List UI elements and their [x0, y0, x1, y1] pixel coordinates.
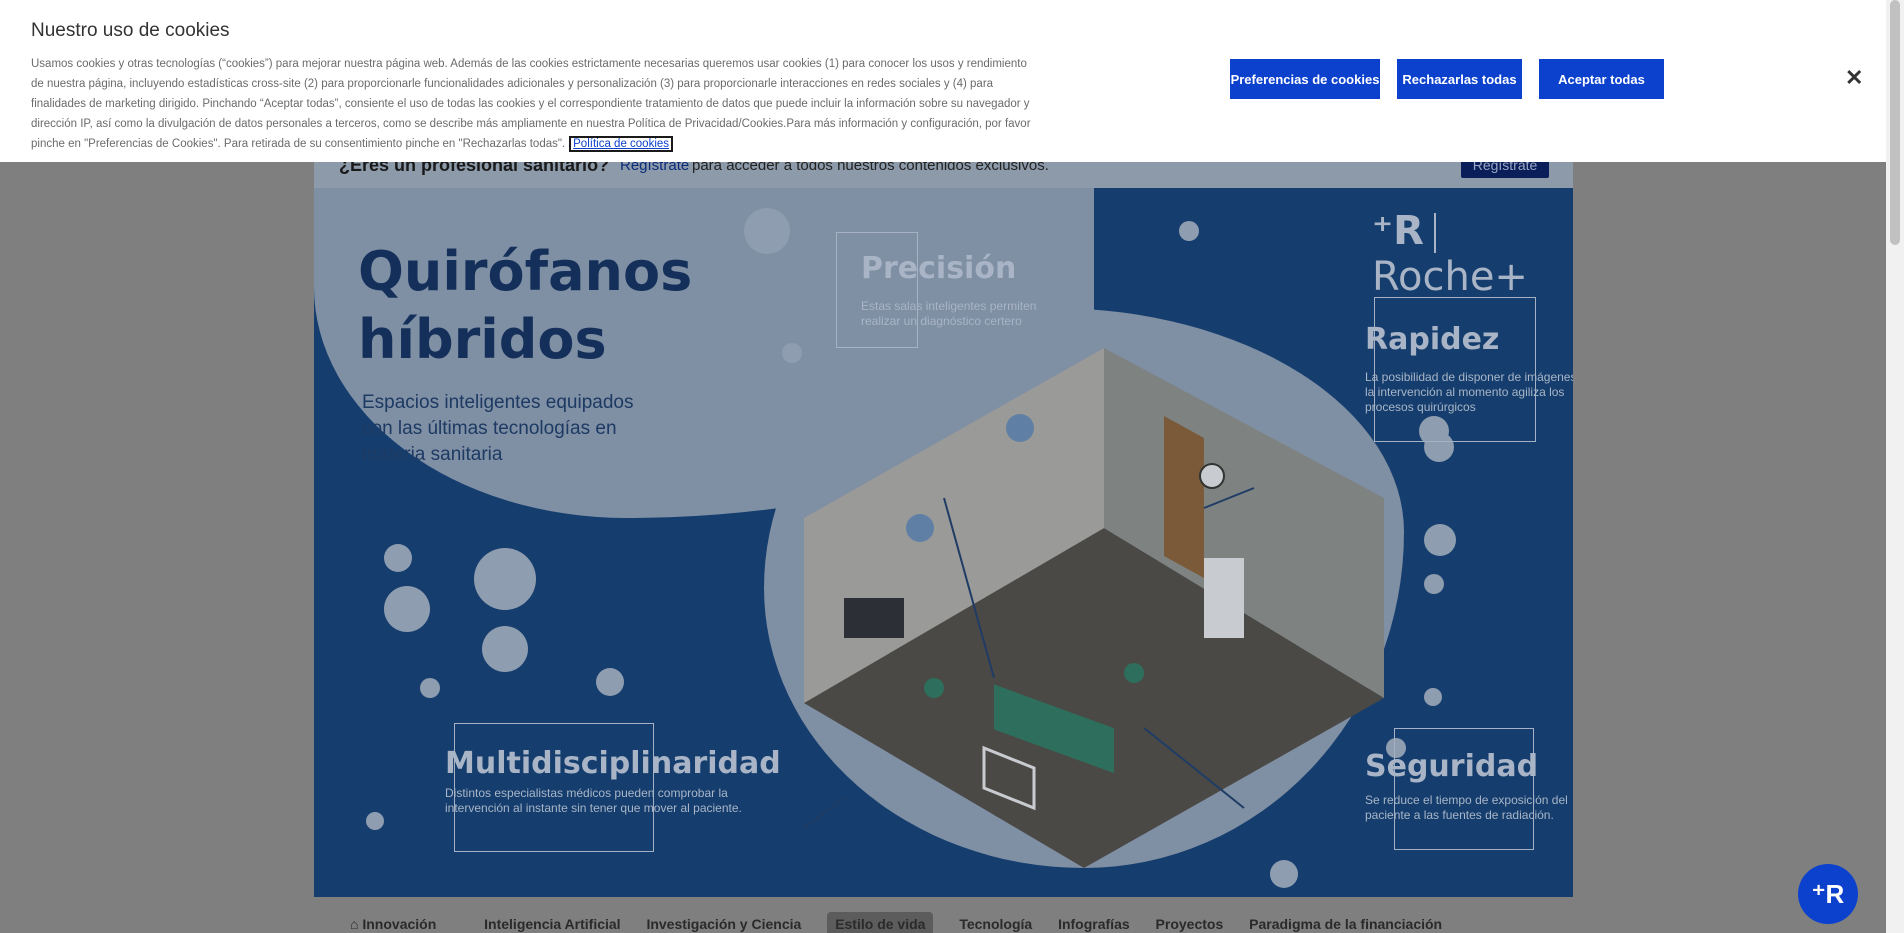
tab-paradigma-financiacion[interactable]: Paradigma de la financiación [1249, 916, 1442, 932]
card-title: Precisión [861, 251, 1017, 286]
hero-subtitle: Espacios inteligentes equipados con las … [362, 392, 634, 465]
roche-assistant-button[interactable]: ⁺R [1798, 864, 1858, 924]
tab-proyectos[interactable]: Proyectos [1156, 916, 1224, 932]
close-icon[interactable]: ✕ [1845, 65, 1863, 91]
cookie-banner: Nuestro uso de cookies Usamos cookies y … [0, 0, 1886, 162]
bubble [384, 544, 412, 572]
bubble [1179, 221, 1199, 241]
tab-tecnologia[interactable]: Tecnología [959, 916, 1032, 932]
card-text: Distintos especialistas médicos pueden c… [445, 786, 742, 815]
bubble [474, 548, 536, 610]
bubble [482, 626, 528, 672]
brand-logo: ⁺RRoche+ [1372, 208, 1528, 300]
bubble [420, 678, 440, 698]
tab-estilo-de-vida[interactable]: Estilo de vida [827, 912, 934, 933]
tab-inteligencia-artificial[interactable]: Inteligencia Artificial [484, 916, 620, 932]
card-text: La posibilidad de disponer de imágenes d… [1365, 370, 1573, 414]
card-title: Seguridad [1365, 749, 1539, 784]
reject-all-button[interactable]: Rechazarlas todas [1397, 59, 1522, 99]
bubble [384, 586, 430, 632]
roche-logo-icon: ⁺R [1372, 208, 1424, 254]
tab-innovacion[interactable]: ⌂ Innovación [350, 916, 458, 932]
bubble [366, 812, 384, 830]
card-text: Se reduce el tiempo de exposición del pa… [1365, 793, 1568, 822]
cookie-description: Usamos cookies y otras tecnologías (“coo… [31, 54, 1031, 154]
bubble [596, 668, 624, 696]
bubble [1424, 524, 1456, 556]
accept-all-button[interactable]: Aceptar todas [1539, 59, 1664, 99]
cookie-body-text: Usamos cookies y otras tecnologías (“coo… [31, 58, 1031, 150]
tab-infografias[interactable]: Infografías [1058, 916, 1130, 932]
hero-title: Quirófanos híbridos [358, 240, 693, 371]
bubble [1424, 574, 1444, 594]
card-text: Estas salas inteligentes permiten realiz… [861, 299, 1037, 328]
card-seguridad: Seguridad Se reduce el tiempo de exposic… [1365, 728, 1568, 850]
scrollbar-thumb[interactable] [1890, 0, 1900, 245]
hero-infographic: Quirófanos híbridos Espacios inteligente… [314, 188, 1573, 897]
vertical-scrollbar[interactable] [1886, 0, 1904, 933]
tab-investigacion-y-ciencia[interactable]: Investigación y Ciencia [646, 916, 801, 932]
card-multidisciplinaridad: Multidisciplinaridad Distintos especiali… [445, 723, 781, 852]
card-rapidez: Rapidez La posibilidad de disponer de im… [1365, 297, 1573, 442]
category-tabs: ⌂ Innovación Inteligencia Artificial Inv… [350, 912, 1464, 933]
cookie-preferences-button[interactable]: Preferencias de cookies [1230, 59, 1380, 99]
bubble [744, 208, 790, 254]
bubble [1424, 688, 1442, 706]
card-title: Rapidez [1365, 322, 1500, 357]
cookie-title: Nuestro uso de cookies [31, 20, 230, 41]
cookie-policy-link[interactable]: Política de cookies [569, 136, 674, 152]
card-title: Multidisciplinaridad [445, 746, 781, 781]
roche-plus-icon: ⁺R [1811, 878, 1845, 909]
operating-room-illustration [803, 348, 1384, 868]
